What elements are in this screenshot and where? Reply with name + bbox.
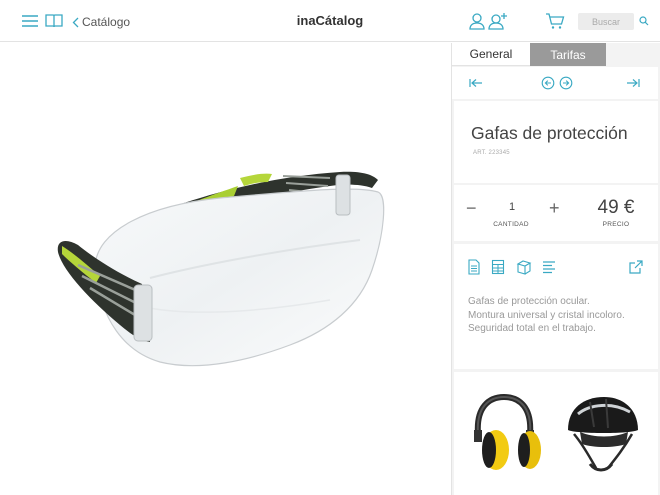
- article-code: ART. 223345: [473, 150, 510, 156]
- last-icon[interactable]: [625, 76, 641, 90]
- description-line: Gafas de protección ocular.: [468, 296, 590, 307]
- cart-icon[interactable]: [545, 12, 565, 30]
- price-value: 49 €: [597, 197, 635, 218]
- quantity-label: CANTIDAD: [493, 221, 529, 228]
- back-link[interactable]: Catálogo: [72, 14, 130, 30]
- tab-general[interactable]: General: [452, 43, 530, 66]
- chevron-left-icon: [72, 17, 79, 27]
- description-line: Montura universal y cristal incoloro.: [468, 309, 625, 321]
- quantity-value[interactable]: 1: [502, 201, 522, 213]
- book-icon[interactable]: [44, 12, 64, 30]
- related-ear-muffs[interactable]: [454, 372, 550, 487]
- description-line: Seguridad total en el trabajo.: [468, 323, 596, 334]
- next-icon[interactable]: [559, 76, 573, 90]
- tab-tarifas[interactable]: Tarifas: [530, 43, 606, 66]
- description-card: Gafas de protección ocular. Montura univ…: [454, 244, 658, 369]
- search-input[interactable]: [578, 13, 634, 30]
- product-description: Gafas de protección ocular. Montura univ…: [468, 295, 653, 336]
- top-bar: Catálogo inaCátalog: [0, 0, 660, 42]
- tab-bar: General Tarifas: [452, 43, 660, 66]
- add-user-icon[interactable]: [488, 12, 508, 30]
- document-icon[interactable]: [467, 259, 481, 275]
- ear-muffs-image: [474, 393, 541, 470]
- table-icon[interactable]: [491, 259, 505, 275]
- box-icon[interactable]: [516, 259, 532, 275]
- safety-helmet-image: [568, 397, 638, 472]
- safety-glasses-image: [57, 171, 385, 367]
- product-title: Gafas de protección: [471, 123, 628, 143]
- user-icon[interactable]: [467, 12, 487, 30]
- related-safety-helmet[interactable]: [550, 372, 646, 487]
- product-title-card: Gafas de protección ART. 223345: [454, 101, 658, 183]
- external-link-icon[interactable]: [628, 259, 644, 275]
- decrease-quantity-button[interactable]: −: [466, 199, 477, 217]
- quantity-price-card: − 1 + CANTIDAD 49 € PRECIO: [454, 185, 658, 241]
- price-label: PRECIO: [602, 221, 630, 228]
- related-products: [454, 372, 658, 495]
- app: Catálogo inaCátalog Buscar General Tarif…: [0, 0, 660, 495]
- menu-icon[interactable]: [20, 12, 40, 30]
- text-lines-icon[interactable]: [542, 259, 556, 275]
- first-icon[interactable]: [468, 76, 484, 90]
- product-image: [0, 43, 450, 495]
- back-link-label: Catálogo: [82, 15, 131, 29]
- record-navigation: [452, 67, 658, 99]
- detail-panel: General Tarifas Gafas de protección ART.…: [451, 43, 660, 495]
- increase-quantity-button[interactable]: +: [549, 199, 560, 217]
- previous-icon[interactable]: [541, 76, 555, 90]
- search-icon[interactable]: [639, 16, 649, 26]
